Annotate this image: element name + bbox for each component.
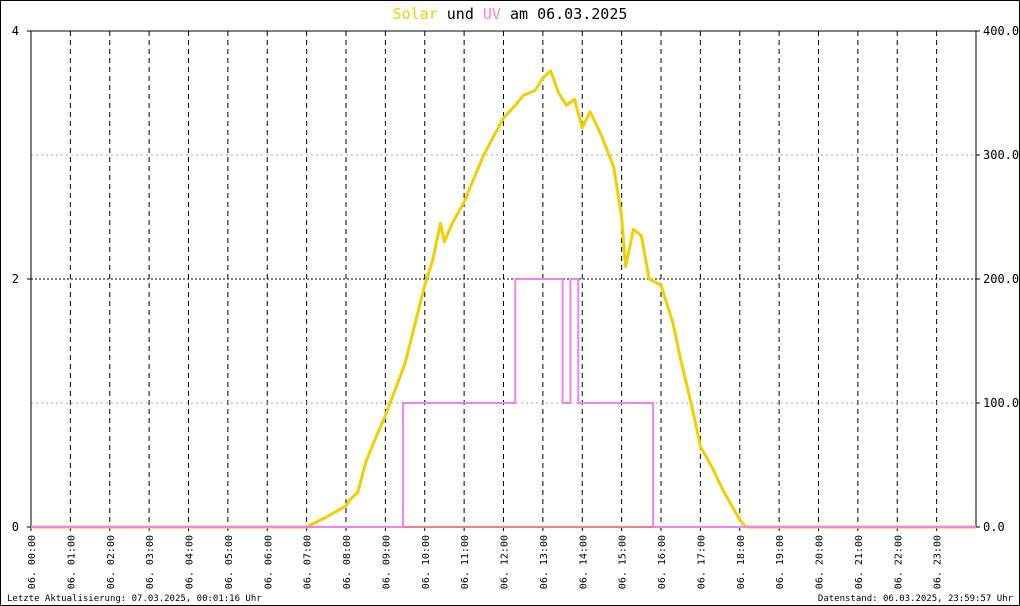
x-tick-label: 06. 23:00 [933,535,944,589]
left-tick-label: 4 [12,24,19,38]
x-tick-label: 06. 10:00 [421,535,432,589]
x-tick-label: 06. 15:00 [618,535,629,589]
left-tick-label: 0 [12,520,19,534]
x-tick-label: 06. 06:00 [263,535,274,589]
right-tick-label: 100.0 [983,396,1019,410]
x-tick-label: 06. 17:00 [696,535,707,589]
right-tick-label: 200.0 [983,272,1019,286]
left-tick-label: 2 [12,272,19,286]
chart-title: Solar und UV am 06.03.2025 [393,5,628,23]
x-tick-label: 06. 07:00 [303,535,314,589]
x-tick-label: 06. 03:00 [145,535,156,589]
grid [31,31,976,527]
x-tick-label: 06. 09:00 [381,535,392,589]
x-tick-label: 06. 16:00 [657,535,668,589]
footer-last-update: Letzte Aktualisierung: 07.03.2025, 00:01… [7,594,262,604]
x-tick-label: 06. 19:00 [775,535,786,589]
x-tick-label: 06. 08:00 [342,535,353,589]
x-tick-label: 06. 18:00 [736,535,747,589]
x-tick-label: 06. 04:00 [185,535,196,589]
title-uv: UV [483,5,501,23]
x-tick-label: 06. 13:00 [539,535,550,589]
title-solar: Solar [393,5,438,23]
footer-data-status: Datenstand: 06.03.2025, 23:59:57 Uhr [818,594,1014,604]
x-tick-label: 06. 11:00 [460,535,471,589]
x-tick-label: 06. 21:00 [854,535,865,589]
right-tick-label: 400.0 [983,24,1019,38]
title-und: und [447,5,474,23]
right-tick-label: 0.0 [983,520,1005,534]
chart-frame: Solar und UV am 06.03.2025 0 2 4 0.0 100.0 20… [0,0,1020,606]
x-tick-label: 06. 12:00 [500,535,511,589]
x-tick-label: 06. 22:00 [893,535,904,589]
x-tick-label: 06. 02:00 [106,535,117,589]
x-tick-label: 06. 00:00 [27,535,38,589]
right-tick-label: 300.0 [983,148,1019,162]
x-tick-label: 06. 20:00 [815,535,826,589]
x-tick-label: 06. 01:00 [66,535,77,589]
solar-uv-chart: Solar und UV am 06.03.2025 0 2 4 0.0 100.0 20… [7,5,1019,604]
x-tick-label: 06. 05:00 [224,535,235,589]
x-tick-label: 06. 14:00 [578,535,589,589]
title-date: am 06.03.2025 [510,5,627,23]
